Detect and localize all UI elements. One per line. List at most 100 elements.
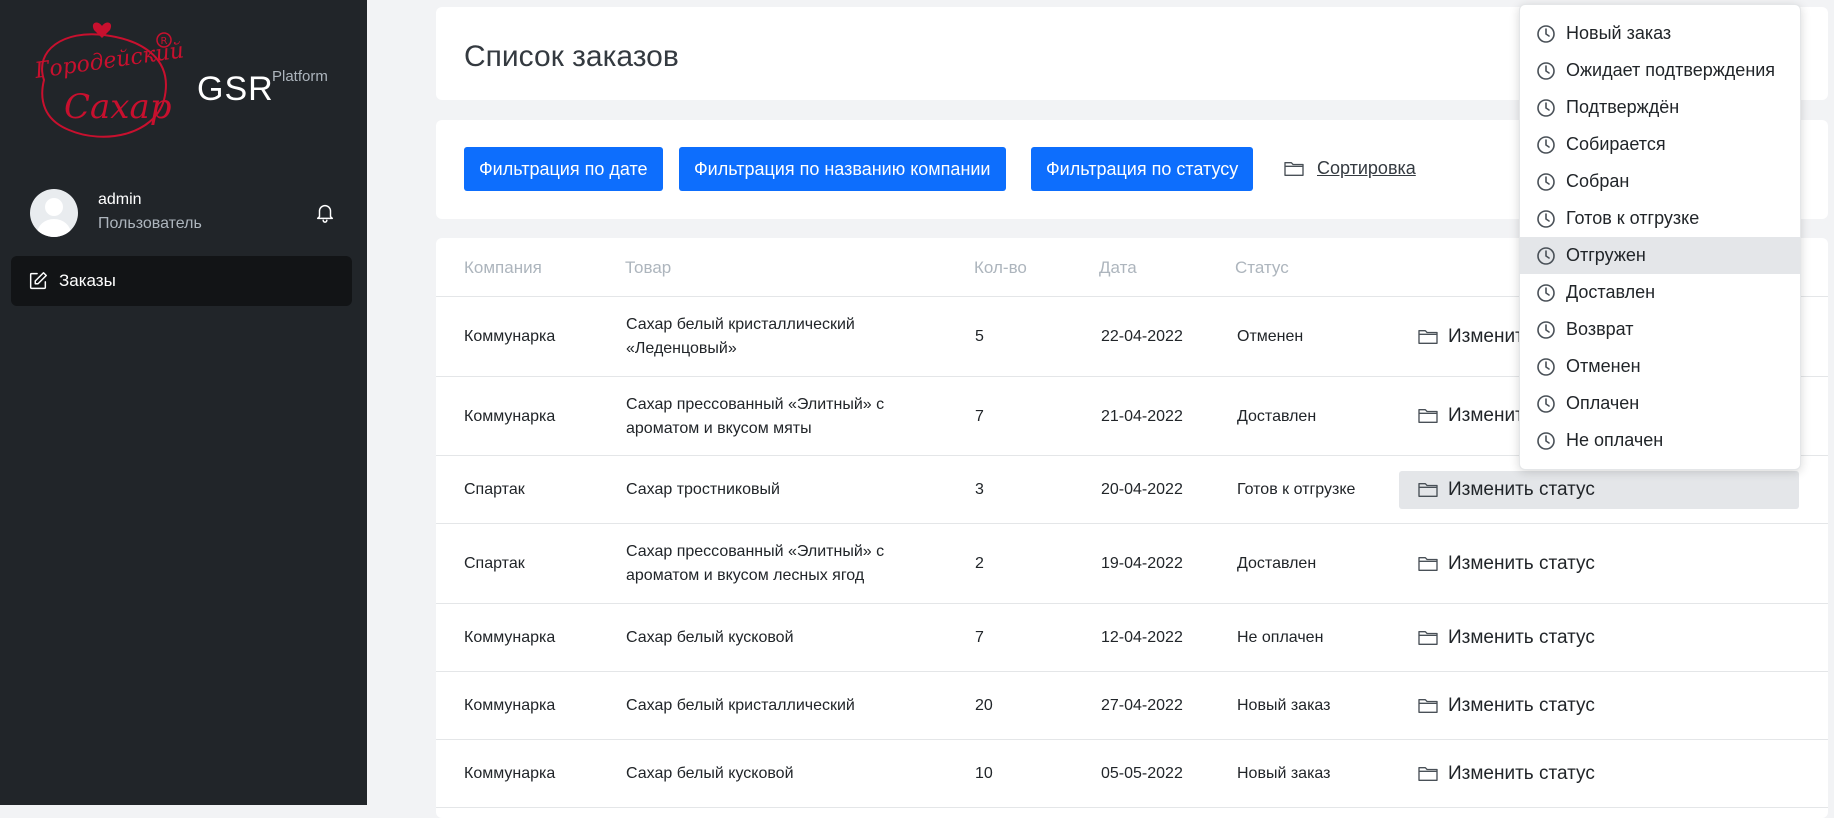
clock-icon <box>1537 135 1555 154</box>
cell-qty: 2 <box>975 555 984 572</box>
column-header-date[interactable]: Дата <box>1099 258 1137 278</box>
brand-logo[interactable]: Городейский Сахар R <box>24 20 184 150</box>
change-status-button[interactable]: Изменить статус <box>1399 545 1799 583</box>
cell-date: 21-04-2022 <box>1101 408 1183 425</box>
cell-status: Отменен <box>1237 328 1304 345</box>
status-option-label: Собран <box>1566 171 1630 191</box>
status-option-label: Собирается <box>1566 134 1666 154</box>
status-option-new[interactable]: Новый заказ <box>1520 15 1800 52</box>
sort-link[interactable]: Сортировка <box>1283 158 1416 179</box>
change-status-label: Изменить статус <box>1448 479 1595 500</box>
sort-label: Сортировка <box>1317 158 1416 178</box>
cell-date: 19-04-2022 <box>1101 555 1183 572</box>
cell-company: Коммунарка <box>464 765 556 782</box>
filter-by-status-button[interactable]: Фильтрация по статусу <box>1031 147 1254 191</box>
cell-company: Спартак <box>464 481 525 498</box>
cell-status: Не оплачен <box>1237 629 1324 646</box>
cell-qty: 5 <box>975 328 984 345</box>
status-option-delivered[interactable]: Доставлен <box>1520 274 1800 311</box>
status-option-label: Возврат <box>1566 319 1634 339</box>
status-option-paid[interactable]: Оплачен <box>1520 385 1800 422</box>
cell-date: 12-04-2022 <box>1101 629 1183 646</box>
cell-product: Сахар белый кусковой <box>626 762 794 786</box>
status-option-ready[interactable]: Готов к отгрузке <box>1520 200 1800 237</box>
change-status-label: Изменить статус <box>1448 763 1595 784</box>
status-option-label: Отгружен <box>1566 245 1646 265</box>
cell-product-line: Сахар тростниковый <box>626 481 780 498</box>
cell-company: Коммунарка <box>464 629 556 646</box>
cell-company: Коммунарка <box>464 328 556 345</box>
status-option-label: Новый заказ <box>1566 23 1672 43</box>
folder-icon <box>1418 483 1438 497</box>
status-option-label: Ожидает подтверждения <box>1566 60 1776 80</box>
sidebar-item-orders[interactable]: Заказы <box>11 256 352 306</box>
svg-text:R: R <box>161 36 168 47</box>
cell-product-line: Сахар прессованный «Элитный» с <box>626 543 885 560</box>
filter-by-company-button[interactable]: Фильтрация по названию компании <box>679 147 1006 191</box>
cell-product: Сахар прессованный «Элитный» с ароматом … <box>626 393 884 441</box>
status-option-label: Отменен <box>1566 356 1641 376</box>
filter-by-date-button[interactable]: Фильтрация по дате <box>464 147 663 191</box>
column-header-company[interactable]: Компания <box>464 258 542 278</box>
cell-qty: 10 <box>975 765 993 782</box>
folder-icon <box>1418 409 1438 423</box>
cell-product-line: Сахар прессованный «Элитный» с <box>626 396 885 413</box>
cell-company: Коммунарка <box>464 408 556 425</box>
cell-status: Новый заказ <box>1237 765 1331 782</box>
change-status-label: Изменить статус <box>1448 695 1595 716</box>
status-option-awaiting[interactable]: Ожидает подтверждения <box>1520 52 1800 89</box>
folder-icon <box>1418 330 1438 344</box>
status-option-cancelled[interactable]: Отменен <box>1520 348 1800 385</box>
avatar[interactable] <box>30 189 78 237</box>
cell-product-line: Сахар белый кристаллический <box>626 697 855 714</box>
user-role: Пользователь <box>98 215 202 232</box>
clock-icon <box>1537 246 1555 265</box>
cell-status: Готов к отгрузке <box>1237 481 1356 498</box>
bell-icon[interactable] <box>314 201 336 223</box>
svg-text:Сахар: Сахар <box>64 87 172 127</box>
column-header-status[interactable]: Статус <box>1235 258 1289 278</box>
cell-qty: 7 <box>975 629 984 646</box>
cell-product-line: «Леденцовый» <box>626 340 737 357</box>
status-option-unpaid[interactable]: Не оплачен <box>1520 422 1800 459</box>
sidebar-item-label: Заказы <box>59 271 116 290</box>
change-status-label: Изменить статус <box>1448 627 1595 648</box>
column-header-product[interactable]: Товар <box>625 258 671 278</box>
folder-icon <box>1418 557 1438 571</box>
clock-icon <box>1537 394 1555 413</box>
clock-icon <box>1537 209 1555 228</box>
table-row: Коммунарка Сахар белый кусковой 10 05-05… <box>436 740 1828 808</box>
clock-icon <box>1537 320 1555 339</box>
status-option-label: Доставлен <box>1566 282 1656 302</box>
change-status-button[interactable]: Изменить статус <box>1399 619 1799 657</box>
cell-product-line: Сахар белый кусковой <box>626 765 794 782</box>
status-option-return[interactable]: Возврат <box>1520 311 1800 348</box>
change-status-button[interactable]: Изменить статус <box>1399 471 1799 509</box>
table-row: Коммунарка Сахар белый кристаллический 2… <box>436 672 1828 740</box>
clock-icon <box>1537 431 1555 450</box>
status-option-assembling[interactable]: Собирается <box>1520 126 1800 163</box>
clock-icon <box>1537 283 1555 302</box>
cell-product-line: ароматом и вкусом мяты <box>626 420 812 437</box>
user-name: admin <box>98 191 142 208</box>
cell-qty: 20 <box>975 697 993 714</box>
brand-subtitle: Platform <box>272 68 328 85</box>
cell-status: Доставлен <box>1237 555 1317 572</box>
status-option-label: Готов к отгрузке <box>1566 208 1700 228</box>
cell-product: Сахар белый кусковой <box>626 626 794 650</box>
page-title: Список заказов <box>464 40 679 73</box>
column-header-qty[interactable]: Кол-во <box>974 258 1027 278</box>
status-option-confirmed[interactable]: Подтверждён <box>1520 89 1800 126</box>
clock-icon <box>1537 24 1555 43</box>
folder-icon <box>1418 631 1438 645</box>
change-status-button[interactable]: Изменить статус <box>1399 687 1799 725</box>
status-option-label: Оплачен <box>1566 393 1640 413</box>
cell-date: 05-05-2022 <box>1101 765 1183 782</box>
cell-product: Сахар белый кристаллический «Леденцовый» <box>626 313 855 361</box>
table-row: Коммунарка Сахар белый кусковой 7 12-04-… <box>436 604 1828 672</box>
change-status-button[interactable]: Изменить статус <box>1399 755 1799 793</box>
cell-company: Спартак <box>464 555 525 572</box>
status-option-shipped[interactable]: Отгружен <box>1520 237 1800 274</box>
status-option-assembled[interactable]: Собран <box>1520 163 1800 200</box>
status-dropdown-menu: Новый заказ Ожидает подтверждения Подтве… <box>1519 4 1801 470</box>
